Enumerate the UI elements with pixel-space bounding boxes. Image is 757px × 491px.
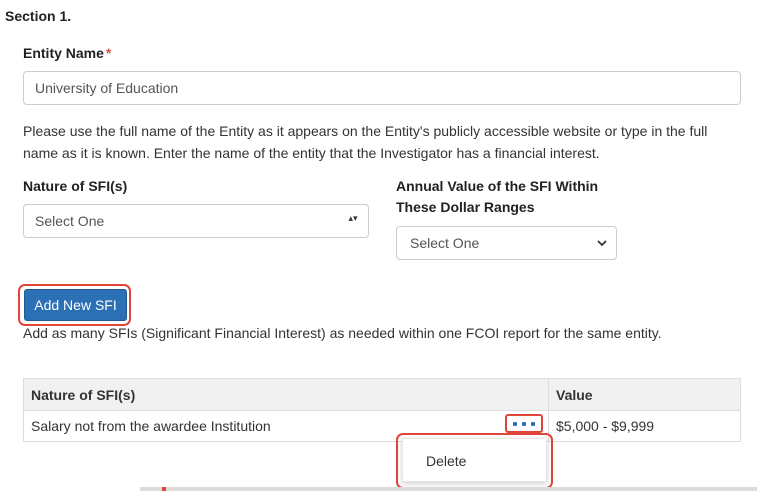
nature-sfi-label: Nature of SFI(s) [23,178,128,194]
delete-menu-item[interactable]: Delete [426,453,466,469]
column-header-nature: Nature of SFI(s) [23,378,549,411]
scroll-marker [162,487,166,491]
sort-caret-icon: ▴▾ [348,213,358,223]
chevron-down-icon [597,240,607,247]
entity-name-input[interactable] [23,71,741,105]
ellipsis-icon [513,421,535,427]
entity-name-label: Entity Name * [23,43,111,64]
nature-sfi-selected: Select One [35,213,105,229]
annual-value-label: Annual Value of the SFI Within These Dol… [396,176,598,218]
table-header-row: Nature of SFI(s) Value [23,378,741,411]
add-sfi-note: Add as many SFIs (Significant Financial … [23,325,662,341]
entity-help-text: Please use the full name of the Entity a… [23,123,708,161]
row-value-cell: $5,000 - $9,999 [548,410,741,442]
table-row: Salary not from the awardee Institution … [23,410,741,442]
horizontal-scrollbar[interactable] [140,487,757,491]
nature-sfi-select[interactable]: Select One ▴▾ [23,204,369,238]
section-title: Section 1. [5,8,72,24]
annual-value-label-line2: These Dollar Ranges [396,199,535,215]
annual-value-selected: Select One [410,235,480,251]
context-menu: Delete [402,438,547,482]
column-header-value: Value [548,378,741,411]
row-actions-button[interactable] [505,414,543,433]
required-marker: * [105,45,112,61]
annual-value-label-line1: Annual Value of the SFI Within [396,178,599,194]
sfi-table: Nature of SFI(s) Value Salary not from t… [23,378,741,442]
entity-name-label-text: Entity Name [23,45,104,61]
annual-value-select[interactable]: Select One [396,226,617,260]
add-new-sfi-button[interactable]: Add New SFI [24,289,127,321]
